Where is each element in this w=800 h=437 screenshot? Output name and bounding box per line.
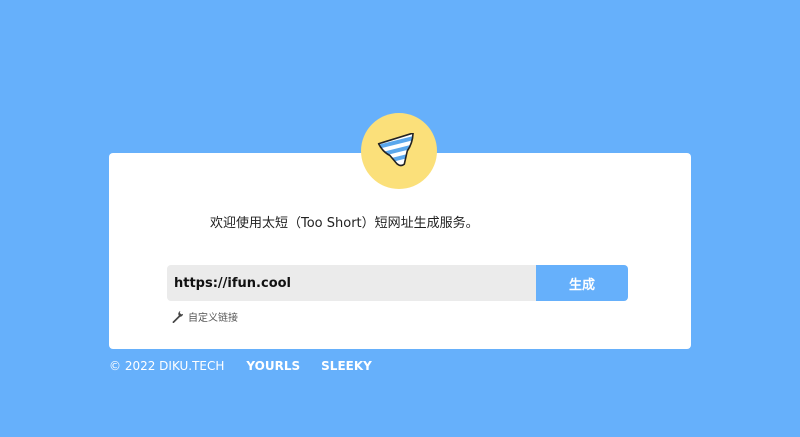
footer-link-sleeky[interactable]: SLEEKY [321, 359, 372, 373]
footer: © 2022 DIKU.TECH YOURLS SLEEKY [109, 359, 393, 373]
copyright-text: © 2022 DIKU.TECH [109, 359, 225, 373]
logo [361, 113, 437, 189]
custom-link-toggle[interactable]: 自定义链接 [171, 309, 238, 324]
custom-link-label: 自定义链接 [188, 313, 238, 324]
wrench-icon [172, 310, 184, 323]
striped-briefs-icon [377, 133, 421, 169]
welcome-text: 欢迎使用太短（Too Short）短网址生成服务。 [210, 216, 479, 231]
generate-button[interactable]: 生成 [536, 265, 628, 301]
url-input[interactable] [167, 265, 536, 301]
footer-link-yourls[interactable]: YOURLS [246, 359, 300, 373]
